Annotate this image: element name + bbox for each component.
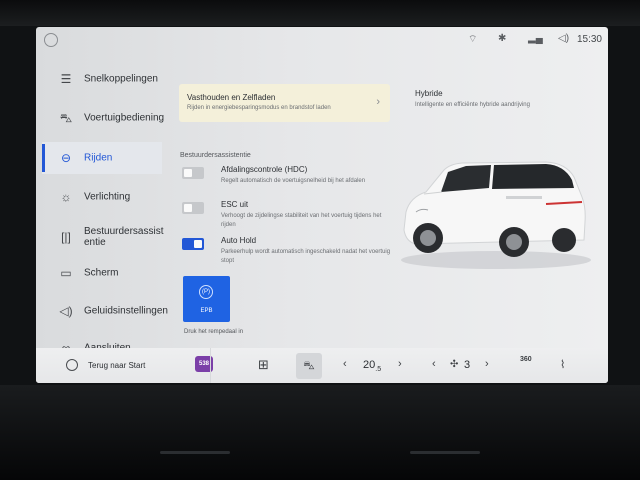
hdc-title: Afdalingscontrole (HDC): [221, 165, 308, 174]
sidebar-item-driver-assistance[interactable]: [|] Bestuurdersassist entie: [42, 218, 164, 256]
sidebar-item-label: Voertuigbediening: [84, 112, 165, 124]
temp-decrease-icon[interactable]: ‹: [343, 358, 347, 370]
fan-increase-icon[interactable]: ›: [485, 358, 489, 370]
signal-icon: ▂▄: [528, 33, 543, 44]
bezel-strip: [410, 451, 480, 454]
auto-hold-title: Auto Hold: [221, 236, 257, 245]
bezel-strip: [160, 451, 230, 454]
bottom-dock: Terug naar Start 538 ⊞ ⛍ ‹ 20.5 › ‹ ✣ 3 …: [36, 348, 608, 383]
volume-icon[interactable]: ◁): [558, 33, 569, 44]
wifi-icon: ⌔: [468, 34, 478, 45]
bluetooth-icon: ✱: [498, 33, 507, 44]
infotainment-screen: ⌔ ✱ ▂▄ ◁) 15:30 ☰ Snelkoppelingen ⛍ Voer…: [36, 27, 608, 383]
avatar-icon[interactable]: [44, 33, 58, 47]
sidebar-item-lighting[interactable]: ☼ Verlichting: [42, 181, 162, 213]
mode-panel-title: Hybride: [415, 89, 443, 98]
back-to-home-button[interactable]: Terug naar Start: [88, 361, 145, 370]
car-control-icon: ⛍: [59, 111, 73, 125]
steering-wheel-icon: ⊖: [60, 151, 72, 165]
sidebar-item-driving[interactable]: ⊖ Rijden: [42, 142, 162, 174]
fan-decrease-icon[interactable]: ‹: [432, 358, 436, 370]
light-icon: ☼: [60, 190, 72, 204]
parking-brake-icon: (P): [199, 285, 213, 299]
sidebar-item-sound[interactable]: ◁) Geluidsinstellingen: [42, 295, 168, 327]
temp-increase-icon[interactable]: ›: [398, 358, 402, 370]
chevron-right-icon: ›: [376, 96, 380, 108]
fan-icon: ✣: [450, 359, 459, 370]
sidebar-item-label: Snelkoppelingen: [84, 73, 158, 85]
drive-mode-card-title: Vasthouden en Zelfladen: [187, 93, 276, 102]
display-bezel-bottom: [0, 385, 640, 480]
hdc-switch[interactable]: [182, 167, 204, 179]
driver-assist-icon: [|]: [61, 230, 71, 244]
display-bezel-top: [0, 0, 640, 26]
sidebar-item-label: Bestuurdersassist entie: [84, 226, 164, 248]
status-clock: 15:30: [576, 34, 602, 45]
vehicle-illustration: [401, 161, 591, 269]
sidebar-item-label: Geluidsinstellingen: [84, 305, 168, 317]
epb-label: EPB: [200, 308, 213, 314]
fan-level: 3: [464, 359, 471, 371]
cabin-temperature: 20.5: [363, 359, 382, 374]
drive-mode-card[interactable]: Vasthouden en Zelfladen Rijden in energi…: [179, 84, 390, 122]
sidebar-item-screen[interactable]: ▭ Scherm: [42, 257, 162, 289]
epb-hint: Druk het rempedaal in: [184, 329, 244, 335]
speaker-icon: ◁): [59, 304, 73, 318]
dock-divider: [210, 348, 211, 383]
auto-hold-description: Parkeerhulp wordt automatisch ingeschake…: [221, 249, 391, 264]
esc-description: Verhoogt de zijdelingse stabiliteit van …: [221, 213, 382, 228]
home-icon[interactable]: [66, 359, 78, 371]
drive-mode-card-subtitle: Rijden in energiebesparingsmodus en bran…: [187, 105, 331, 111]
camera-360-button[interactable]: 360: [520, 356, 532, 363]
seat-icon[interactable]: ⌇: [560, 358, 565, 371]
apps-grid-icon[interactable]: ⊞: [258, 357, 269, 373]
sidebar-item-label: Rijden: [84, 152, 113, 164]
epb-button[interactable]: (P) EPB: [183, 276, 230, 322]
sidebar-item-label: Verlichting: [84, 191, 131, 203]
auto-hold-switch[interactable]: [182, 238, 204, 250]
esc-switch[interactable]: [182, 202, 204, 214]
sidebar-item-vehicle-control[interactable]: ⛍ Voertuigbediening: [42, 102, 165, 134]
sidebar-item-label: Scherm: [84, 267, 119, 279]
esc-title: ESC uit: [221, 200, 249, 209]
section-title: Bestuurdersassistentie: [180, 152, 251, 159]
vehicle-settings-icon[interactable]: ⛍: [296, 353, 322, 379]
status-bar: ⌔ ✱ ▂▄ ◁) 15:30: [36, 27, 608, 53]
hdc-description: Regelt automatisch de voertuigsnelheid b…: [221, 178, 366, 184]
shortcuts-icon: ☰: [60, 72, 72, 86]
screen-icon: ▭: [60, 266, 72, 280]
sidebar-item-shortcuts[interactable]: ☰ Snelkoppelingen: [42, 63, 162, 95]
mode-panel-description: Intelligente en efficiënte hybride aandr…: [415, 102, 530, 108]
